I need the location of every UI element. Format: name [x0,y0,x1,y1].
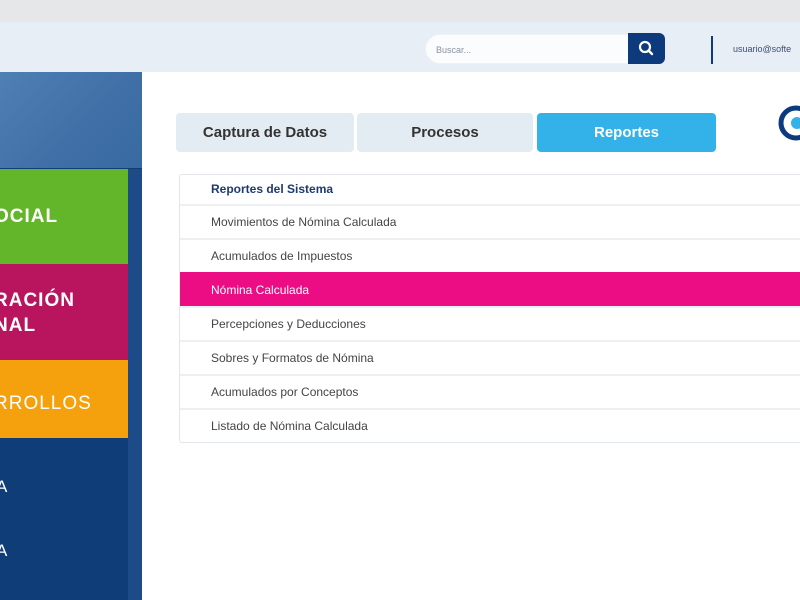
reports-list: Reportes del Sistema Movimientos de Nómi… [179,174,800,443]
sidebar-item-label: RACIÓN NAL [0,290,75,336]
sidebar-item-social[interactable]: OCIAL [0,169,128,264]
sidebar-item-1[interactable]: A [0,477,7,497]
tab-captura-de-datos[interactable]: Captura de Datos [176,113,354,152]
search-input[interactable]: Buscar... [425,34,630,64]
sidebar-item-desarrollos[interactable]: RROLLOS [0,360,128,438]
report-item[interactable]: Acumulados de Impuestos [180,238,800,272]
sidebar-item-2[interactable]: A [0,541,7,561]
tab-procesos[interactable]: Procesos [357,113,533,152]
sidebar: OCIAL RACIÓN NAL RROLLOS A A [0,72,142,600]
sidebar-item-administracion[interactable]: RACIÓN NAL [0,264,128,360]
sidebar-item-label: OCIAL [0,206,59,227]
sidebar-item-label: RROLLOS [0,393,92,414]
reports-list-title: Reportes del Sistema [211,182,334,196]
search-button[interactable] [628,33,665,64]
sidebar-header [0,72,142,168]
report-item[interactable]: Percepciones y Deducciones [180,306,800,340]
brand-logo-icon [778,105,800,141]
user-email[interactable]: usuario@softe [733,44,791,54]
search-icon [638,40,654,56]
report-item-selected[interactable]: Nómina Calculada [180,272,800,306]
top-header-bar [0,22,800,72]
report-item[interactable]: Listado de Nómina Calculada [180,408,800,442]
report-item[interactable]: Sobres y Formatos de Nómina [180,340,800,374]
sidebar-edge [128,169,142,600]
report-item[interactable]: Movimientos de Nómina Calculada [180,204,800,238]
report-item[interactable]: Acumulados por Conceptos [180,374,800,408]
tab-reportes[interactable]: Reportes [537,113,716,152]
header-divider [711,36,713,64]
